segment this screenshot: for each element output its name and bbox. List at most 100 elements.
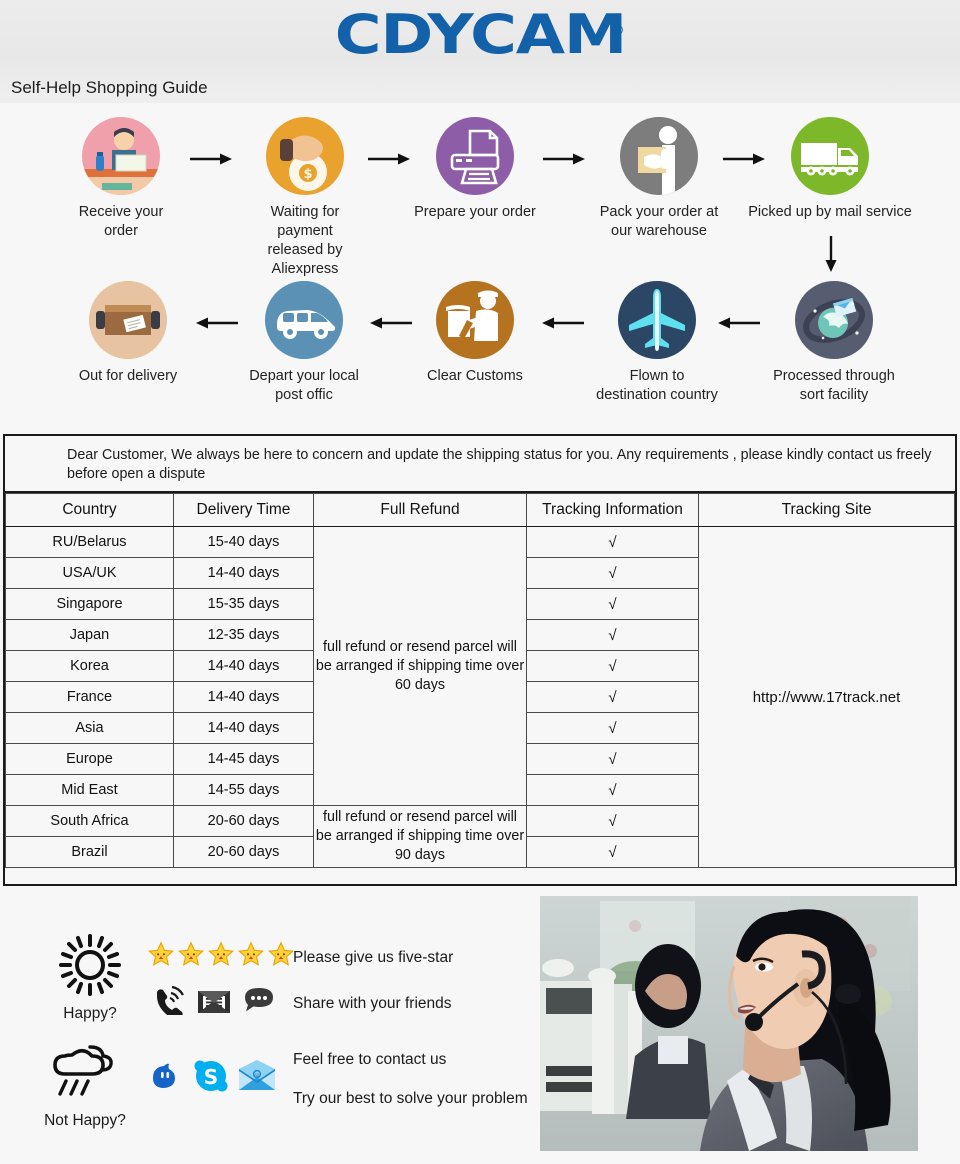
airplane-icon — [618, 281, 696, 359]
share-text: Share with your friends — [293, 995, 452, 1012]
cell-delivery-time: 20-60 days — [173, 836, 314, 868]
flow-step-prepare-order: Prepare your order — [414, 117, 536, 222]
cell-country: Asia — [5, 712, 174, 744]
flow-step-label: Depart your local post offic — [249, 368, 359, 403]
customer-notice: Dear Customer, We always be here to conc… — [5, 436, 955, 493]
column-header-full-refund: Full Refund — [313, 493, 527, 527]
phone-ringing-icon[interactable] — [153, 985, 185, 1020]
person-at-desk-icon — [82, 117, 160, 195]
cell-tracking-check: √ — [526, 526, 699, 558]
cell-tracking-check: √ — [526, 557, 699, 589]
cell-country: Japan — [5, 619, 174, 651]
cell-country: Korea — [5, 650, 174, 682]
shipping-process-flow: Receive your order $ Waiting for payment… — [0, 103, 960, 428]
envelope-icon[interactable] — [197, 988, 231, 1019]
happy-label: Happy? — [63, 1005, 117, 1022]
cell-tracking-check: √ — [526, 774, 699, 806]
delivery-van-icon — [265, 281, 343, 359]
star-icon[interactable] — [238, 941, 264, 967]
arrow-left-icon — [370, 317, 412, 329]
cell-tracking-site[interactable]: http://www.17track.net — [698, 526, 955, 868]
cell-tracking-check: √ — [526, 836, 699, 868]
speech-bubble-icon[interactable] — [242, 986, 276, 1019]
flow-step-label: Clear Customs — [427, 368, 523, 384]
flow-step-flown-to-destination: Flown to destination country — [586, 281, 728, 405]
global-sort-icon — [795, 281, 873, 359]
printer-icon — [436, 117, 514, 195]
column-header-delivery-time: Delivery Time — [173, 493, 314, 527]
cell-tracking-check: √ — [526, 681, 699, 713]
svg-text:@: @ — [255, 1073, 260, 1079]
contact-text: Feel free to contact us — [293, 1051, 447, 1068]
cell-delivery-time: 14-40 days — [173, 650, 314, 682]
column-header-tracking-information: Tracking Information — [526, 493, 699, 527]
cell-tracking-check: √ — [526, 650, 699, 682]
arrow-left-icon — [196, 317, 238, 329]
flow-step-label: Pack your order at our warehouse — [599, 204, 719, 239]
column-header-country: Country — [5, 493, 174, 527]
cell-country: USA/UK — [5, 557, 174, 589]
brand-logo-text: CDYCAM — [334, 3, 626, 66]
flow-step-label: Receive your order — [78, 204, 164, 239]
arrow-right-icon — [543, 153, 585, 165]
flow-step-label: Processed through sort facility — [773, 368, 895, 403]
happy-block: Happy? — [35, 934, 145, 1023]
star-icon[interactable] — [148, 941, 174, 967]
svg-text:S: S — [204, 1065, 218, 1089]
flow-step-picked-up: Picked up by mail service — [740, 117, 920, 222]
flow-step-label: Picked up by mail service — [748, 204, 912, 220]
star-icon[interactable] — [178, 941, 204, 967]
star-rating[interactable] — [148, 941, 294, 967]
flow-step-depart-post-office: Depart your local post offic — [244, 281, 364, 405]
cell-tracking-check: √ — [526, 743, 699, 775]
cell-delivery-time: 14-40 days — [173, 681, 314, 713]
rain-cloud-icon — [30, 1041, 140, 1108]
cell-tracking-check: √ — [526, 619, 699, 651]
sun-icon — [35, 934, 145, 1001]
cell-country: South Africa — [5, 805, 174, 837]
flow-step-sort-facility: Processed through sort facility — [760, 281, 908, 405]
flow-step-out-for-delivery: Out for delivery — [68, 281, 188, 386]
svg-text:$: $ — [303, 167, 312, 182]
mail-envelope-icon[interactable]: @ — [238, 1059, 276, 1096]
flow-step-label: Waiting for payment released by Aliexpre… — [267, 204, 343, 277]
cell-delivery-time: 15-40 days — [173, 526, 314, 558]
flow-step-label: Prepare your order — [414, 204, 536, 220]
skype-icon[interactable]: S — [193, 1058, 229, 1099]
cell-delivery-time: 14-40 days — [173, 557, 314, 589]
cell-full-refund-90: full refund or resend parcel will be arr… — [313, 805, 527, 868]
five-star-text: Please give us five-star — [293, 949, 454, 966]
shipping-info-table-box: Dear Customer, We always be here to conc… — [3, 434, 957, 886]
arrow-right-icon — [368, 153, 410, 165]
call-center-agent-photo — [540, 896, 918, 1151]
flow-step-label: Out for delivery — [78, 368, 178, 384]
parcel-box-icon — [89, 281, 167, 359]
customs-officer-icon — [436, 281, 514, 359]
cell-delivery-time: 15-35 days — [173, 588, 314, 620]
hand-money-bag-icon: $ — [266, 117, 344, 195]
cell-full-refund-60: full refund or resend parcel will be arr… — [313, 526, 527, 806]
page-title: Self-Help Shopping Guide — [11, 78, 208, 97]
column-header-tracking-site: Tracking Site — [698, 493, 955, 527]
table-header-row: Country Delivery Time Full Refund Tracki… — [5, 493, 955, 527]
trade-manager-icon[interactable] — [148, 1060, 180, 1097]
cell-country: Singapore — [5, 588, 174, 620]
star-icon[interactable] — [268, 941, 294, 967]
arrow-left-icon — [718, 317, 760, 329]
star-icon[interactable] — [208, 941, 234, 967]
cell-tracking-check: √ — [526, 712, 699, 744]
arrow-left-icon — [542, 317, 584, 329]
brand-logo: CDYCAM — [0, 8, 960, 62]
cell-country: Brazil — [5, 836, 174, 868]
cell-tracking-check: √ — [526, 805, 699, 837]
cell-delivery-time: 14-55 days — [173, 774, 314, 806]
cell-delivery-time: 12-35 days — [173, 619, 314, 651]
cell-country: Mid East — [5, 774, 174, 806]
flow-step-clear-customs: Clear Customs — [414, 281, 536, 386]
cell-country: France — [5, 681, 174, 713]
registered-trademark-icon: ® — [612, 22, 624, 39]
flow-step-receive-order: Receive your order — [62, 117, 180, 241]
delivery-truck-icon — [791, 117, 869, 195]
solve-text: Try our best to solve your problem — [293, 1090, 528, 1107]
cell-delivery-time: 20-60 days — [173, 805, 314, 837]
